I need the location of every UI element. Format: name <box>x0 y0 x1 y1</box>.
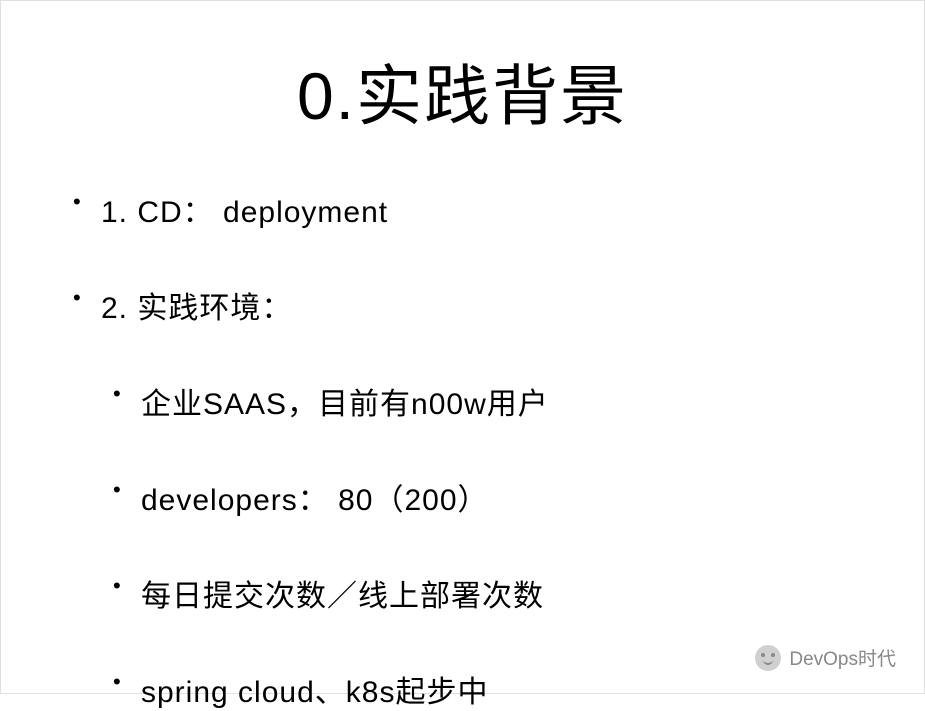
slide-title: 0.实践背景 <box>1 43 924 139</box>
watermark-text: DevOps时代 <box>789 644 896 671</box>
bullet-developers: developers： 80（200） <box>113 475 924 519</box>
slide-content: 1. CD： deployment 2. 实践环境： 企业SAAS，目前有n00… <box>1 139 924 711</box>
bullet-deploy-count: 每日提交次数／线上部署次数 <box>113 571 924 615</box>
watermark: DevOps时代 <box>755 644 896 671</box>
bullet-environment: 2. 实践环境： <box>73 283 924 327</box>
bullet-tech-stack: spring cloud、k8s起步中 <box>113 667 924 711</box>
bullet-saas: 企业SAAS，目前有n00w用户 <box>113 379 924 423</box>
wechat-icon <box>755 645 781 671</box>
bullet-cd: 1. CD： deployment <box>73 187 924 231</box>
